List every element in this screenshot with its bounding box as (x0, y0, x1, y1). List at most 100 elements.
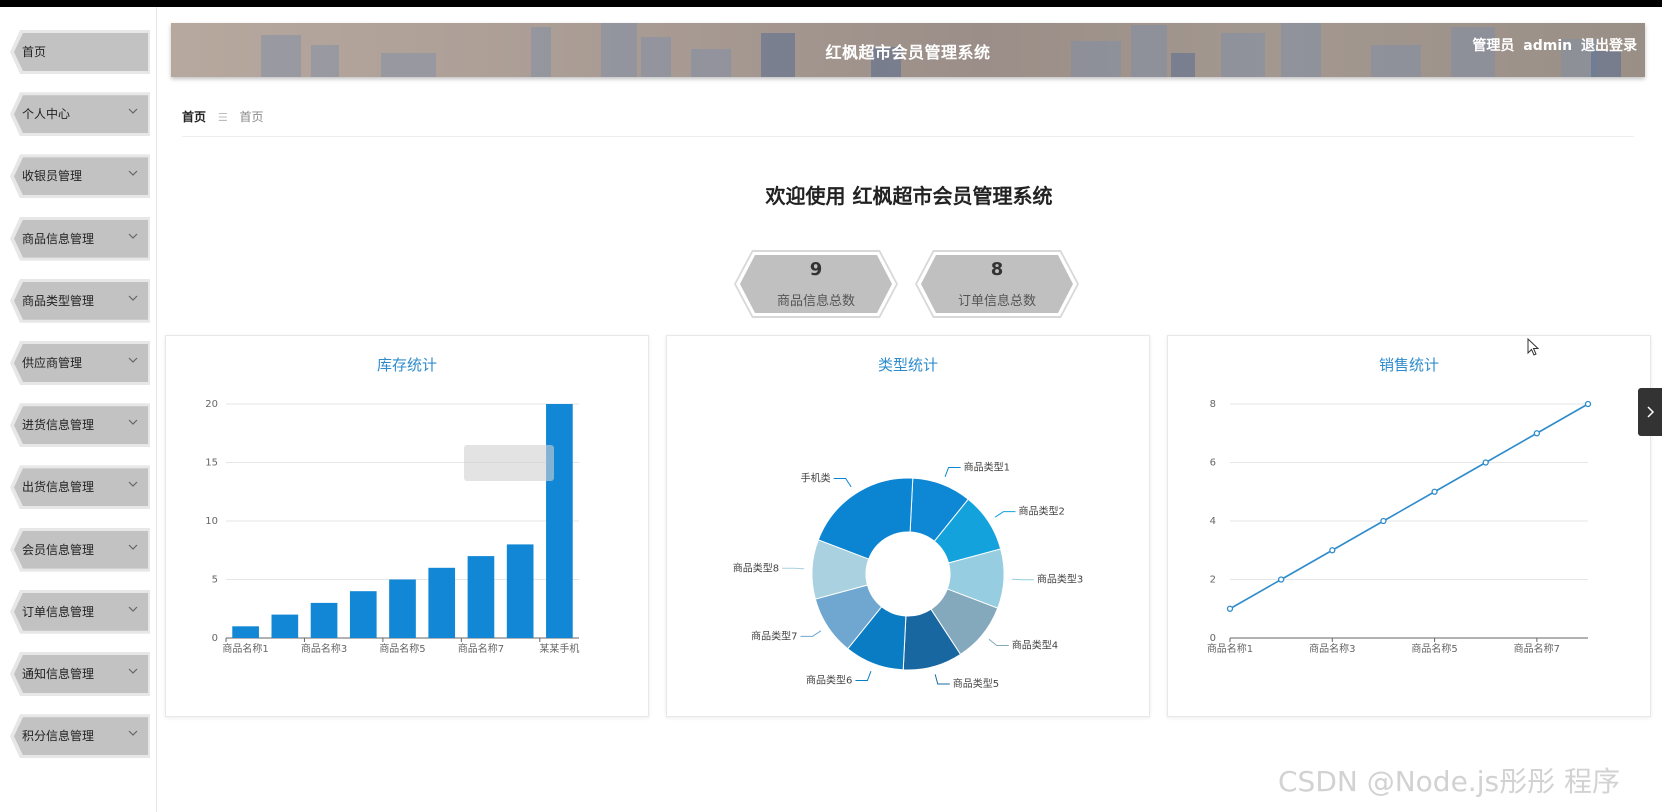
chevron-down-icon (128, 357, 138, 363)
label-line (833, 478, 852, 488)
data-point (1380, 517, 1387, 525)
user-role: 管理员 (1472, 38, 1515, 54)
bar (389, 579, 416, 638)
watermark: CSDN @Node.js彤彤 程序 (1278, 765, 1620, 798)
x-tick-label: 商品名称7 (458, 642, 504, 655)
donut-hole (867, 533, 949, 615)
sidebar-item-9[interactable]: 订单信息管理 (10, 589, 150, 634)
x-tick-label: 商品名称7 (1514, 642, 1560, 655)
x-tick-label: 商品名称3 (1309, 642, 1355, 655)
sidebar-item-label: 个人中心 (22, 107, 71, 122)
stat-card-orders: 8 订单信息总数 (915, 250, 1079, 318)
sidebar-item-8[interactable]: 会员信息管理 (10, 527, 150, 572)
breadcrumb-home[interactable]: 首页 (182, 110, 206, 124)
breadcrumb-separator-icon: ☰ (217, 111, 228, 124)
x-tick-label: 商品名称5 (1411, 642, 1457, 655)
sidebar-item-1[interactable]: 个人中心 (10, 92, 150, 137)
app-title: 红枫超市会员管理系统 (825, 43, 991, 62)
label-line (855, 671, 872, 682)
app-header: 红枫超市会员管理系统 管理员 admin 退出登录 (171, 23, 1645, 77)
stat-value: 9 (809, 259, 823, 280)
chevron-down-icon (128, 730, 138, 737)
y-tick-label: 0 (212, 633, 218, 644)
label-line (800, 630, 822, 637)
bar (546, 404, 573, 638)
breadcrumb-current: 首页 (239, 110, 264, 124)
pie-label: 商品类型6 (806, 674, 852, 687)
bar (310, 602, 338, 638)
chevron-down-icon (128, 419, 138, 426)
inventory-chart-card: 0 5 10 15 20 商品名称1 商品名称3 商品名称5 商品名称7 某某手机 库存统计 (165, 335, 649, 717)
sidebar-item-label: 积分信息管理 (22, 729, 95, 744)
pie-label: 商品类型5 (953, 677, 999, 690)
sidebar-item-label: 首页 (22, 45, 47, 59)
chevron-down-icon (128, 481, 138, 488)
inventory-bar-chart: 0 5 10 15 20 商品名称1 商品名称3 商品名称5 商品名称7 某某手机 (205, 399, 579, 655)
sidebar-item-10[interactable]: 通知信息管理 (10, 652, 150, 696)
x-tick-label: 某某手机 (539, 642, 579, 655)
window-top-edge (0, 0, 1662, 7)
divider (182, 136, 1634, 137)
sidebar-item-label: 出货信息管理 (22, 480, 95, 495)
sidebar-item-5[interactable]: 供应商管理 (10, 341, 150, 385)
sidebar-item-7[interactable]: 出货信息管理 (10, 465, 150, 510)
sidebar-item-2[interactable]: 收银员管理 (10, 154, 150, 199)
stat-label: 商品信息总数 (776, 294, 855, 309)
data-point (1482, 459, 1489, 466)
sidebar-item-11[interactable]: 积分信息管理 (10, 714, 150, 759)
bar (467, 556, 495, 638)
sidebar-item-4[interactable]: 商品类型管理 (10, 278, 150, 323)
sidebar-item-6[interactable]: 进货信息管理 (10, 403, 150, 448)
chevron-down-icon (128, 233, 138, 239)
user-area: 管理员 admin 退出登录 (1468, 35, 1637, 55)
bar (271, 614, 299, 638)
data-point (1584, 400, 1592, 408)
chart-title: 库存统计 (376, 356, 437, 374)
chevron-down-icon (128, 108, 138, 115)
chevron-right-icon (1647, 406, 1655, 418)
bar (232, 626, 259, 638)
type-chart-card: 商品类型1 商品类型2 商品类型3 商品类型4 商品类型5 商品类型6 商品类型7 商品类型8… (666, 335, 1150, 717)
label-line (944, 466, 961, 477)
username: admin (1523, 38, 1573, 54)
label-line (934, 674, 950, 685)
label-line (994, 511, 1016, 518)
logout-link[interactable]: 退出登录 (1581, 38, 1637, 54)
sidebar-item-3[interactable]: 商品信息管理 (10, 216, 150, 261)
sidebar-item-label: 收银员管理 (22, 169, 83, 184)
data-point (1431, 488, 1438, 495)
pie-label: 商品类型1 (964, 460, 1010, 473)
y-tick-label: 4 (1210, 516, 1216, 527)
chevron-down-icon (128, 544, 138, 550)
y-tick-label: 5 (212, 575, 218, 586)
pie-label: 手机类 (801, 472, 831, 485)
data-point (1533, 430, 1541, 437)
tooltip-box (464, 445, 554, 481)
pie-label: 商品类型8 (733, 561, 779, 574)
sidebar-item-0[interactable]: 首页 (10, 30, 150, 74)
sidebar-item-label: 通知信息管理 (22, 667, 95, 681)
sales-chart-card: 0 2 4 6 8 商品名称1 商品名称3 商品名称5 商品名称7 销售统计 (1167, 335, 1651, 717)
chevron-down-icon (128, 295, 138, 301)
mouse-cursor-icon (1527, 338, 1540, 356)
x-tick-label: 商品名称3 (301, 642, 347, 655)
sidebar-item-label: 进货信息管理 (22, 418, 95, 433)
x-tick-label: 商品名称5 (379, 642, 425, 655)
pie-label: 商品类型3 (1037, 573, 1083, 586)
pie-label: 商品类型4 (1012, 639, 1058, 652)
side-expand-button[interactable] (1638, 388, 1662, 436)
chart-title: 类型统计 (877, 356, 938, 374)
bar (349, 591, 377, 638)
sidebar-item-label: 会员信息管理 (22, 542, 95, 557)
chevron-down-icon (128, 170, 138, 177)
sidebar: 首页个人中心收银员管理商品信息管理商品类型管理供应商管理进货信息管理 出货信息管理… (0, 7, 157, 812)
chevron-down-icon (128, 668, 138, 674)
sidebar-item-label: 商品类型管理 (22, 293, 95, 308)
pie-label: 商品类型2 (1018, 505, 1064, 518)
welcome-heading: 欢迎使用 红枫超市会员管理系统 (765, 184, 1053, 208)
sales-line-chart: 0 2 4 6 8 商品名称1 商品名称3 商品名称5 商品名称7 (1207, 399, 1592, 655)
data-point (1329, 547, 1336, 554)
label-line (988, 638, 1009, 647)
type-pie-chart: 商品类型1 商品类型2 商品类型3 商品类型4 商品类型5 商品类型6 商品类型7 商品类型8… (733, 460, 1083, 690)
y-tick-label: 6 (1210, 458, 1216, 469)
